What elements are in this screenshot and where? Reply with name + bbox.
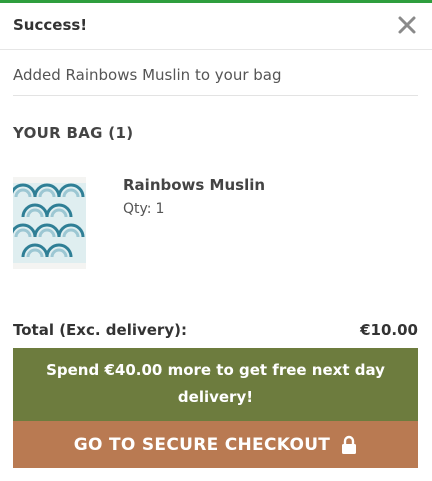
close-icon [398, 16, 416, 34]
product-name-link[interactable]: Rainbows Muslin [123, 176, 265, 194]
added-message: Added Rainbows Muslin to your bag [13, 66, 282, 84]
product-image [13, 177, 86, 269]
promo-suffix-line2: delivery! [177, 388, 254, 406]
total-value: €10.00 [360, 321, 418, 339]
bag-heading: YOUR BAG (1) [13, 124, 134, 142]
promo-amount: €40.00 [104, 361, 163, 379]
close-button[interactable] [397, 12, 417, 36]
quantity-value: 1 [155, 201, 165, 217]
free-delivery-banner: Spend €40.00 more to get free next day d… [13, 348, 418, 421]
quantity-label: Qty: [123, 201, 152, 217]
promo-suffix-line1: more to get free next day [167, 361, 385, 379]
divider [13, 95, 418, 96]
total-label: Total (Exc. delivery): [13, 321, 187, 339]
checkout-label: GO TO SECURE CHECKOUT [73, 434, 331, 455]
lock-icon [342, 435, 357, 454]
promo-prefix: Spend [46, 361, 100, 379]
secure-checkout-button[interactable]: GO TO SECURE CHECKOUT [13, 421, 418, 468]
modal-title: Success! [13, 16, 88, 34]
product-quantity: Qty: 1 [123, 201, 164, 217]
product-thumbnail[interactable] [13, 177, 86, 269]
modal-header: Success! [0, 3, 432, 50]
